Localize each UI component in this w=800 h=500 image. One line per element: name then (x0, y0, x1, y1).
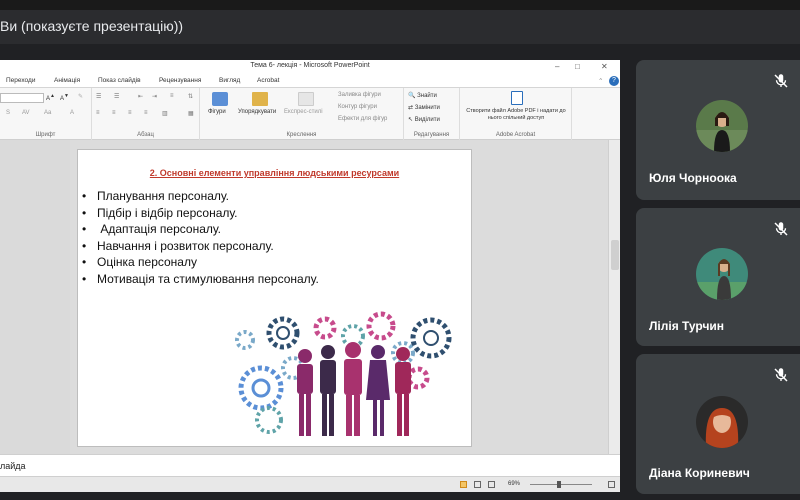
columns-icon[interactable]: ▥ (162, 110, 168, 117)
shape-fill-button[interactable]: Заливка фігури (338, 92, 381, 98)
participant-name: Діана Кориневич (649, 466, 750, 480)
create-pdf-button[interactable]: Створити файл Adobe PDF і надати до ньог… (464, 90, 568, 128)
participant-tile[interactable]: Діана Кориневич (636, 354, 800, 494)
strikethrough-icon[interactable]: S (6, 110, 10, 116)
tab-view[interactable]: Вигляд (219, 77, 240, 84)
notes-pane[interactable]: лайда (0, 454, 620, 476)
paragraph-group-label: Абзац (137, 132, 154, 138)
participant-tile[interactable]: Юля Чорноока (636, 60, 800, 200)
smartart-icon[interactable]: ▦ (188, 110, 194, 117)
fit-slide-icon[interactable] (608, 481, 615, 488)
ribbon: A▲ A▼ ✎ S AV Aa A Шрифт ☰ ☰ ⇤ ⇥ ≡ ⇅ ≡ ≡ … (0, 88, 620, 140)
current-slide[interactable]: 2. Основні елементи управління людськими… (78, 150, 471, 446)
shape-outline-button[interactable]: Контур фігури (338, 104, 377, 110)
zoom-level[interactable]: 69% (508, 481, 520, 487)
avatar (696, 396, 748, 448)
vertical-scrollbar[interactable] (608, 140, 620, 454)
font-group: A▲ A▼ ✎ S AV Aa A Шрифт (0, 88, 92, 140)
pdf-icon (511, 91, 523, 105)
slide-thumbnails-pane[interactable] (0, 140, 70, 454)
change-case-icon[interactable]: Aa (44, 110, 51, 116)
close-icon[interactable]: ✕ (601, 62, 608, 71)
powerpoint-window: Тема 6- лекція - Microsoft PowerPoint – … (0, 60, 620, 492)
tab-transitions[interactable]: Переходи (6, 77, 35, 84)
ribbon-collapse-icon[interactable]: ⌃ (598, 77, 603, 85)
font-group-label: Шрифт (35, 132, 56, 138)
tab-slideshow[interactable]: Показ слайдів (98, 77, 141, 84)
decrease-indent-icon[interactable]: ⇤ (138, 93, 143, 100)
slide-title: 2. Основні елементи управління людськими… (149, 168, 400, 178)
bullets-icon[interactable]: ☰ (96, 93, 101, 100)
gear-icon (238, 365, 284, 411)
editing-group-label: Редагування (413, 132, 450, 138)
editing-group: 🔍 Знайти ⇄ Замінити ↖ Виділити Редагуван… (404, 88, 460, 140)
slide-bullet-list: Планування персоналу. Підбір і відбір пе… (82, 188, 319, 287)
notes-text: лайда (0, 461, 26, 471)
paragraph-group: ☰ ☰ ⇤ ⇥ ≡ ⇅ ≡ ≡ ≡ ≡ ▥ ▦ Абзац (92, 88, 200, 140)
help-icon[interactable]: ? (609, 76, 619, 86)
ribbon-tabs: Переходи Анімація Показ слайдів Рецензув… (0, 74, 620, 88)
shapes-button[interactable]: Фігури (206, 90, 234, 126)
drawing-group: Фігури Упорядкувати Експрес-стилі Заливк… (200, 88, 404, 140)
bullet-item: Оцінка персоналу (82, 254, 319, 271)
tab-animations[interactable]: Анімація (54, 77, 80, 84)
minimize-icon[interactable]: – (555, 62, 559, 71)
presenting-label: Ви (показуєте презентацію)) (0, 18, 184, 34)
zoom-slider-knob[interactable] (557, 481, 561, 488)
grow-font-icon[interactable]: A▲ (46, 93, 55, 102)
text-direction-icon[interactable]: ⇅ (188, 93, 193, 100)
quick-styles-button[interactable]: Експрес-стилі (284, 90, 330, 126)
justify-icon[interactable]: ≡ (144, 110, 148, 116)
tab-review[interactable]: Рецензування (159, 77, 201, 84)
people-silhouettes (297, 342, 411, 436)
participant-name: Юля Чорноока (649, 171, 737, 185)
find-button[interactable]: 🔍 Знайти (408, 92, 437, 99)
acrobat-group: Створити файл Adobe PDF і надати до ньог… (460, 88, 572, 140)
maximize-icon[interactable]: □ (575, 62, 580, 71)
select-button[interactable]: ↖ Виділити (408, 116, 440, 123)
scrollbar-thumb[interactable] (611, 240, 619, 270)
align-left-icon[interactable]: ≡ (96, 110, 100, 116)
arrange-icon (252, 92, 268, 106)
align-center-icon[interactable]: ≡ (112, 110, 116, 116)
participant-name: Лілія Турчин (649, 319, 725, 333)
status-bar: 69% (0, 476, 620, 492)
participant-tile[interactable]: Лілія Турчин (636, 208, 800, 346)
ppt-window-title: Тема 6- лекція - Microsoft PowerPoint (250, 62, 370, 69)
avatar (696, 100, 748, 152)
clear-format-icon[interactable]: ✎ (78, 93, 83, 100)
bullet-item: Планування персоналу. (82, 188, 319, 205)
mic-off-icon (774, 222, 788, 236)
spacing-icon[interactable]: AV (22, 110, 30, 116)
increase-indent-icon[interactable]: ⇥ (152, 93, 157, 100)
align-right-icon[interactable]: ≡ (128, 110, 132, 116)
line-spacing-icon[interactable]: ≡ (170, 93, 174, 99)
reading-view-icon[interactable] (488, 481, 495, 488)
replace-button[interactable]: ⇄ Замінити (408, 104, 440, 111)
shape-effects-button[interactable]: Ефекти для фігур (338, 116, 387, 122)
ppt-titlebar: Тема 6- лекція - Microsoft PowerPoint – … (0, 60, 620, 74)
shrink-font-icon[interactable]: A▼ (60, 93, 69, 102)
mic-off-icon (774, 74, 788, 88)
tab-acrobat[interactable]: Acrobat (257, 77, 279, 84)
font-color-icon[interactable]: A (70, 110, 74, 116)
acrobat-group-label: Adobe Acrobat (495, 132, 536, 138)
top-strip (0, 0, 800, 10)
font-size-select[interactable] (0, 93, 44, 103)
team-gears-illustration (235, 311, 452, 436)
avatar (696, 248, 748, 300)
bullet-item: Навчання і розвиток персоналу. (82, 238, 319, 255)
bullet-item: Мотивація та стимулювання персоналу. (82, 271, 319, 288)
zoom-slider[interactable] (530, 484, 592, 485)
bullet-item: Адаптація персоналу. (82, 221, 319, 238)
quick-styles-icon (298, 92, 314, 106)
mic-off-icon (774, 368, 788, 382)
normal-view-icon[interactable] (460, 481, 467, 488)
drawing-group-label: Креслення (286, 132, 317, 138)
shapes-icon (212, 92, 228, 106)
slide-sorter-icon[interactable] (474, 481, 481, 488)
arrange-button[interactable]: Упорядкувати (238, 90, 282, 126)
numbering-icon[interactable]: ☰ (114, 93, 119, 100)
bullet-item: Підбір і відбір персоналу. (82, 205, 319, 222)
